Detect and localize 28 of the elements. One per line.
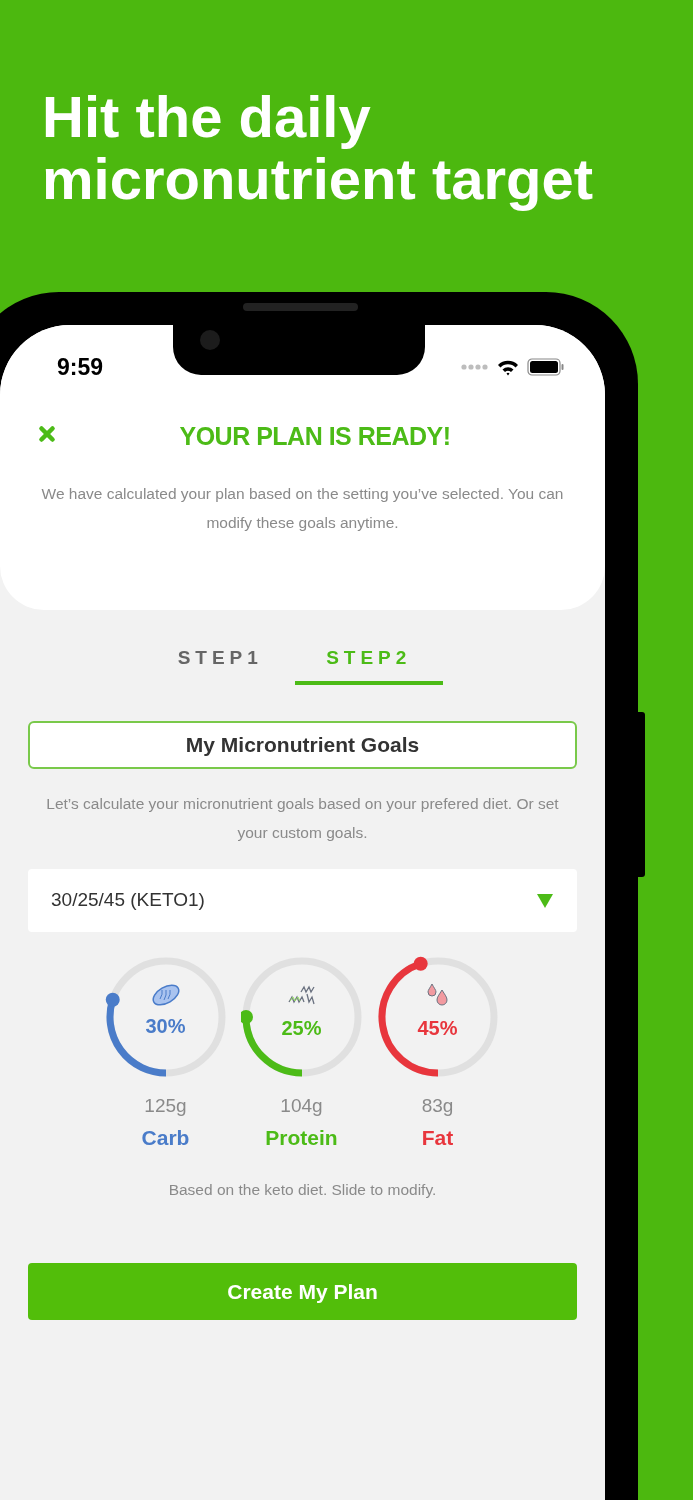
close-icon[interactable] [36, 423, 58, 445]
macro-name: Fat [421, 1127, 454, 1148]
battery-icon [527, 358, 565, 376]
bread-icon [149, 982, 182, 1008]
description: Let’s calculate your micronutrient goals based on your prefered diet. Or set your custom goals. [45, 794, 560, 843]
section-heading: My Micronutrient Goals [28, 721, 577, 769]
macro-name: Carb [141, 1127, 190, 1148]
macro-slider[interactable] [376, 956, 499, 1078]
hint: Based on the keto diet. Slide to modify. [167, 1180, 438, 1200]
percent-label: 45% [417, 1018, 458, 1038]
wifi-icon [497, 358, 519, 376]
percent-label: 30% [145, 1016, 186, 1036]
percent-label: 25% [281, 1018, 322, 1038]
dropdown-caret-icon [537, 893, 553, 908]
title: YOUR PLAN IS READY! [179, 421, 451, 453]
macro-slider[interactable] [240, 956, 363, 1078]
headline: Hit the daily micronutrient target [41, 83, 595, 213]
macro-name: Protein [265, 1127, 338, 1148]
grams-label: 125g [144, 1096, 187, 1115]
diet-dropdown[interactable]: 30/25/45 (KETO1) [28, 869, 577, 932]
grams-label: 104g [280, 1096, 323, 1115]
clock-time: 9:59 [57, 352, 104, 382]
subtitle: We have calculated your plan based on the setting you’ve selected. You can modify these goals anytime. [40, 484, 565, 533]
macro-slider[interactable] [104, 956, 227, 1078]
camera-icon [200, 330, 220, 350]
signal-icon [461, 364, 489, 370]
step-tab[interactable]: STEP1 [146, 635, 295, 685]
grams-label: 83g [421, 1096, 454, 1115]
